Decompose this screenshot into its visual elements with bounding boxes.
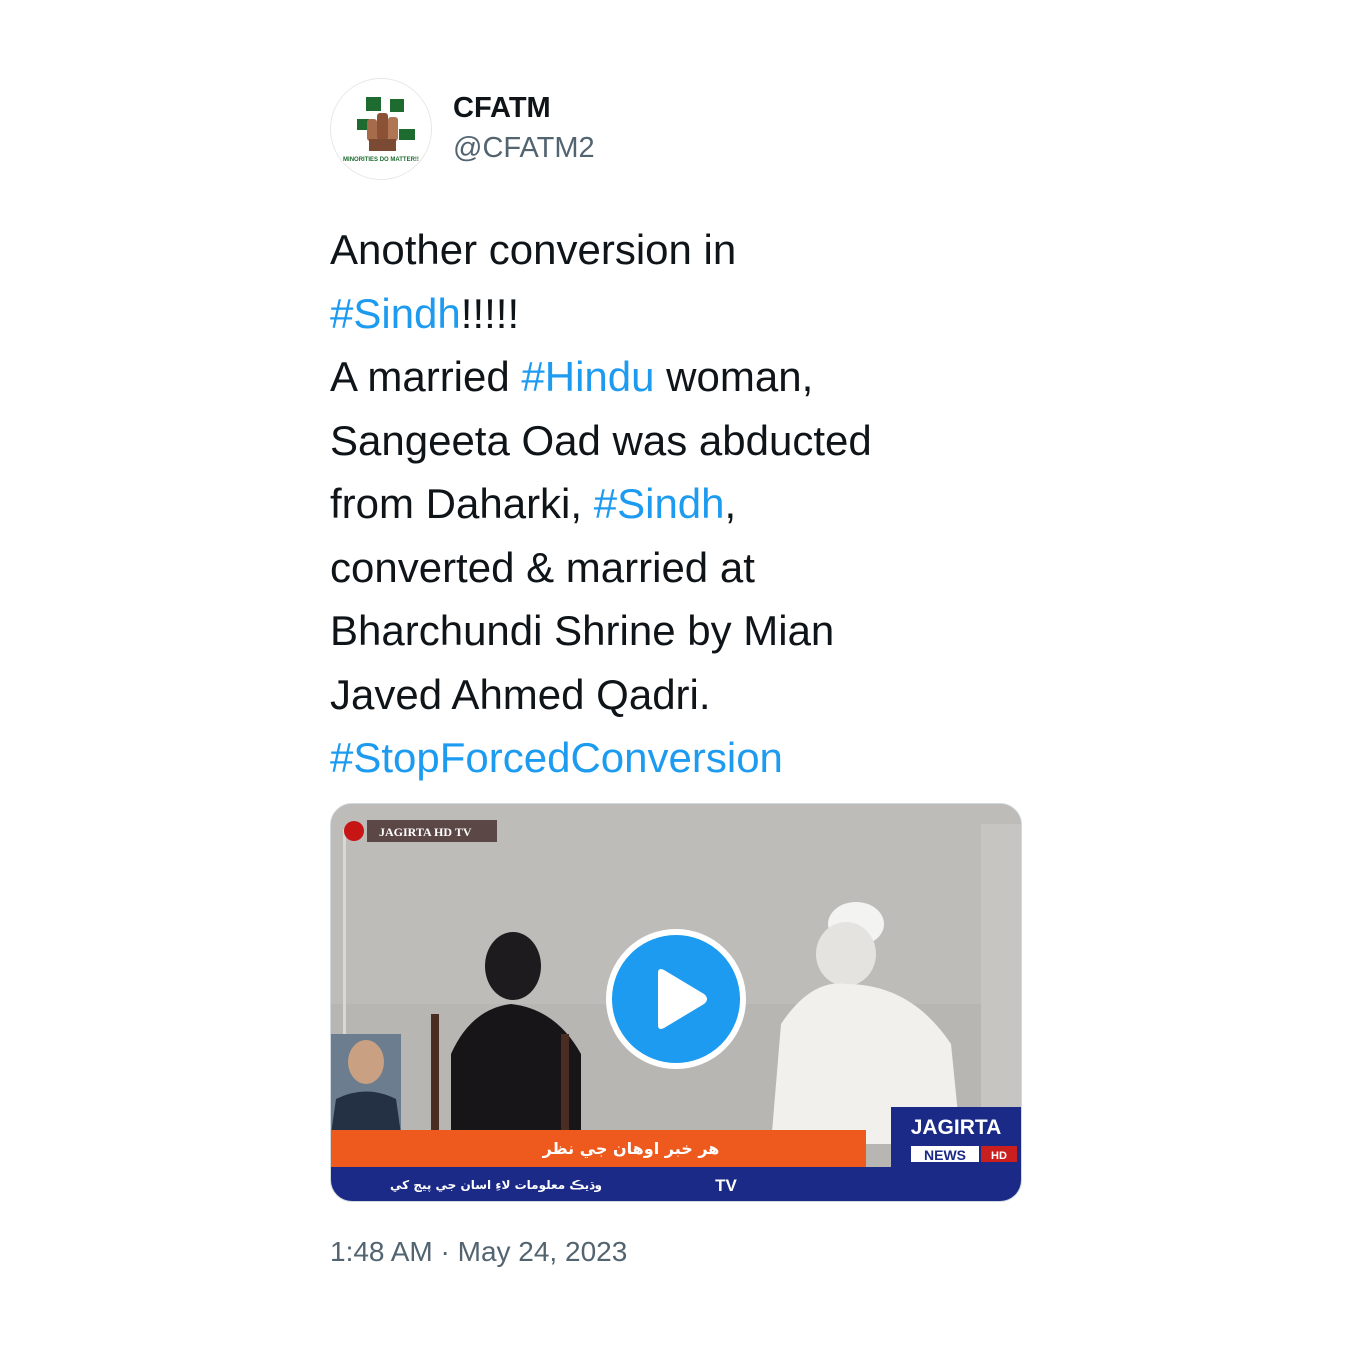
tweet-text-segment: woman, <box>654 353 814 400</box>
tweet-text-segment: Bharchundi Shrine by Mian <box>330 607 835 654</box>
tweet-text-line: Javed Ahmed Qadri. <box>330 663 1010 727</box>
brand-news: NEWS <box>924 1147 966 1163</box>
tweet-text-line: from Daharki, #Sindh, <box>330 472 1010 536</box>
tweet-text-line: Bharchundi Shrine by Mian <box>330 599 1010 663</box>
avatar-caption: MINORITIES DO MATTER!! <box>343 157 419 163</box>
timestamp[interactable]: 1:48 AM · May 24, 2023 <box>330 1236 627 1268</box>
tweet-text: Another conversion in #Sindh!!!!! A marrie… <box>330 218 1010 790</box>
video-player[interactable]: JAGIRTA HD TV هر خبر اوهان جي نظر JAGIRT… <box>330 803 1022 1202</box>
tweet-text-line: #Sindh!!!!! <box>330 282 1010 346</box>
hashtag-link[interactable]: #Hindu <box>521 353 654 400</box>
brand-top: JAGIRTA <box>911 1116 1002 1139</box>
tweet-text-segment: , <box>724 480 737 527</box>
tweet-text-segment: !!!!! <box>460 289 520 337</box>
avatar[interactable]: MINORITIES DO MATTER!! <box>330 78 432 180</box>
hashtag-link[interactable]: #Sindh <box>594 480 725 527</box>
tweet-text-segment: from Daharki, <box>330 480 594 527</box>
ticker-text: هر خبر اوهان جي نظر <box>542 1139 720 1159</box>
user-handle[interactable]: @CFATM2 <box>453 132 595 165</box>
play-button[interactable] <box>606 929 746 1069</box>
tweet-text-line: Sangeeta Oad was abducted <box>330 409 1010 473</box>
play-icon <box>658 969 707 1029</box>
tweet-text-line: converted & married at <box>330 536 1010 600</box>
tweet-text-segment: converted & married at <box>330 543 755 591</box>
tweet-text-segment: Another conversion in <box>330 226 737 273</box>
tweet-card: MINORITIES DO MATTER!! CFATM @CFATM2 Ano… <box>330 78 1022 1288</box>
tweet-text-segment: Javed Ahmed Qadri. <box>330 670 711 718</box>
display-name[interactable]: CFATM <box>453 92 551 125</box>
bottom-ticker-tv: TV <box>715 1176 737 1195</box>
hashtag-link[interactable]: #StopForcedConversion <box>330 734 783 781</box>
tweet-text-segment: Sangeeta Oad was abducted <box>330 416 872 464</box>
tweet-text-segment: A married <box>330 353 522 400</box>
fist-flags-logo-icon: MINORITIES DO MATTER!! <box>331 79 431 179</box>
channel-label: JAGIRTA HD TV <box>379 825 472 839</box>
bottom-ticker-text: وڌيڪ معلومات لاءِ اسان جي پيج کي <box>390 1178 602 1193</box>
hashtag-link[interactable]: #Sindh <box>330 290 461 337</box>
tweet-text-line: #StopForcedConversion <box>330 726 1010 790</box>
tweet-text-line: A married #Hindu woman, <box>330 345 1010 409</box>
brand-hd: HD <box>991 1150 1007 1162</box>
tweet-text-line: Another conversion in <box>330 218 1010 282</box>
